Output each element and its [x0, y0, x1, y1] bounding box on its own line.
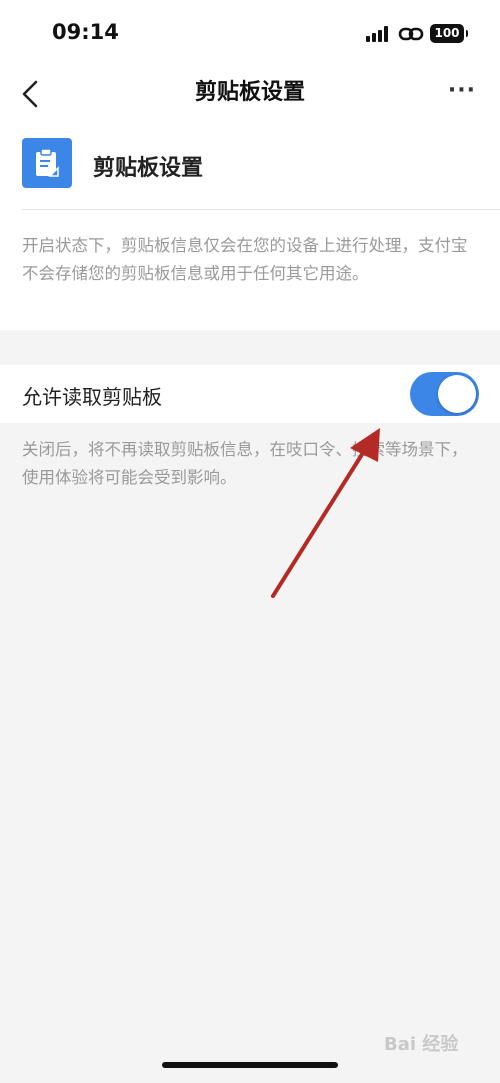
home-indicator	[162, 1062, 338, 1068]
annotation-arrow	[271, 428, 380, 598]
watermark: Bai 经验	[384, 1034, 459, 1055]
